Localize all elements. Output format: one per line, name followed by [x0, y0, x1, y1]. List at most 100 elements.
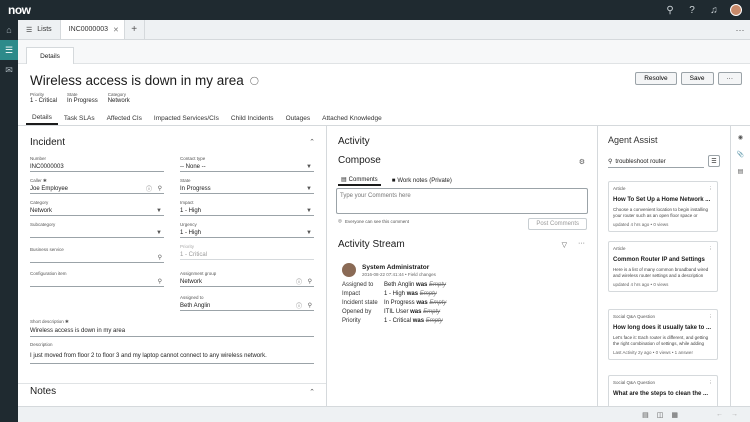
tab-attached-knowledge[interactable]: Attached Knowledge	[316, 112, 388, 125]
info-icon[interactable]: ⓘ	[296, 301, 302, 310]
help-icon[interactable]: ?	[686, 5, 698, 16]
knowledge-card[interactable]: Article ⋮ How To Set Up a Home Network ..…	[608, 181, 718, 232]
post-comments-button[interactable]: Post Comments	[528, 218, 587, 230]
configuration-item-input[interactable]: ⚲	[30, 277, 164, 287]
list-icon[interactable]: ☰	[0, 40, 18, 60]
info-icon[interactable]: ⓘ	[296, 277, 302, 286]
contact-type-field: Contact type -- None -- ▼	[180, 156, 314, 172]
layout-triple-icon[interactable]: ▦	[671, 411, 678, 419]
question-card[interactable]: Social Q&A Question ⋮ How long does it us…	[608, 309, 718, 360]
number-input[interactable]: INC0000003	[30, 162, 164, 172]
assigned-to-input[interactable]: Beth Anglin ⓘ ⚲	[180, 301, 314, 311]
more-icon[interactable]: ⋮	[709, 246, 714, 252]
search-icon[interactable]: ⚲	[664, 5, 676, 16]
more-icon[interactable]: ···	[578, 240, 585, 247]
search-icon[interactable]: ⚲	[308, 302, 312, 309]
more-actions-button[interactable]: ···	[717, 72, 742, 85]
card-title[interactable]: How To Set Up a Home Network ...	[613, 197, 713, 203]
search-icon[interactable]: ⚲	[158, 278, 162, 285]
card-title[interactable]: How long does it usually take to ...	[613, 325, 713, 331]
chevron-up-icon[interactable]: ⌃	[309, 138, 315, 146]
search-icon[interactable]: ⚲	[308, 278, 312, 285]
entry-row: Priority 1 - Critical was Empty	[342, 318, 443, 324]
tab-comments[interactable]: ▤ Comments	[338, 175, 381, 186]
search-icon: ⚲	[608, 159, 613, 165]
category-select[interactable]: Network ▼	[30, 206, 164, 216]
document-icon[interactable]: ▤	[738, 168, 744, 175]
comment-input[interactable]: Type your Comments here	[336, 188, 588, 214]
tabs-more-button[interactable]: ···	[730, 20, 750, 39]
avatar	[342, 263, 356, 277]
close-icon[interactable]: ✕	[113, 26, 119, 34]
card-title[interactable]: Common Router IP and Settings	[613, 257, 713, 263]
description-input[interactable]: I just moved from floor 2 to floor 3 and…	[30, 348, 314, 364]
comment-icon: ▤	[341, 177, 347, 183]
activity-panel: Activity Compose ⚙ ▤ Comments ■ Work notes…	[328, 126, 598, 406]
field-value: INC0000003	[30, 163, 64, 170]
save-button[interactable]: Save	[680, 72, 714, 85]
home-icon[interactable]: ⌂	[0, 20, 18, 40]
tab-impacted-services[interactable]: Impacted Services/CIs	[148, 112, 225, 125]
filter-icon[interactable]: ▽	[562, 241, 567, 249]
chevron-up-icon[interactable]: ⌃	[309, 388, 315, 396]
tab-affected-cis[interactable]: Affected CIs	[101, 112, 148, 125]
more-icon[interactable]: ⋮	[709, 314, 714, 320]
old-value: Empty	[429, 282, 447, 288]
tab-incident[interactable]: INC0000003 ✕	[60, 20, 125, 39]
tab-outages[interactable]: Outages	[280, 112, 317, 125]
resolve-button[interactable]: Resolve	[635, 72, 677, 85]
card-description: Here is a list of many common broadband …	[613, 267, 709, 278]
field-value: 1 - High	[180, 207, 202, 214]
short-description-input[interactable]: Wireless access is down in my area	[30, 325, 314, 337]
field-value: 1 - High	[180, 229, 202, 236]
was-label: was	[412, 318, 425, 324]
chevron-down-icon: ▼	[156, 229, 162, 236]
layout-split-icon[interactable]: ◫	[657, 411, 664, 419]
settings-icon[interactable]: ⚙	[579, 158, 585, 166]
impact-select[interactable]: 1 - High ▼	[180, 206, 314, 216]
contact-type-select[interactable]: -- None -- ▼	[180, 162, 314, 172]
layout-single-icon[interactable]: ▤	[642, 411, 649, 419]
assignment-group-field: Assignment group Network ⓘ ⚲	[180, 271, 314, 287]
tab-child-incidents[interactable]: Child Incidents	[225, 112, 280, 125]
more-icon[interactable]: ⋮	[709, 380, 714, 386]
card-title[interactable]: What are the steps to clean the ...	[613, 391, 713, 397]
subtab-details[interactable]: Details	[26, 47, 74, 64]
tab-task-slas[interactable]: Task SLAs	[58, 112, 101, 125]
entry-row: Incident state In Progress was Empty	[342, 300, 446, 306]
bell-icon[interactable]: ♫	[708, 5, 720, 16]
business-service-input[interactable]: ⚲	[30, 253, 164, 263]
avatar[interactable]	[730, 4, 742, 16]
field-value: Network	[180, 278, 203, 285]
tab-lists[interactable]: ☰ Lists	[18, 20, 61, 39]
prev-arrow-icon[interactable]: ←	[716, 411, 723, 418]
question-card[interactable]: Social Q&A Question ⋮ What are the steps …	[608, 375, 718, 406]
info-icon[interactable]: ⓘ	[146, 184, 152, 193]
state-select[interactable]: In Progress ▼	[180, 184, 314, 194]
category-field: Category Network ▼	[30, 200, 164, 216]
search-icon[interactable]: ⚲	[158, 185, 162, 192]
attachment-icon[interactable]: 📎	[737, 151, 744, 158]
description-field: Description I just moved from floor 2 to…	[30, 342, 314, 364]
assist-icon[interactable]: ◉	[738, 134, 743, 141]
agent-assist-search[interactable]: ⚲ troubleshoot router	[608, 156, 704, 168]
urgency-select[interactable]: 1 - High ▼	[180, 228, 314, 238]
notes-section-header[interactable]: Notes ⌃	[18, 383, 326, 399]
chevron-down-icon: ▼	[156, 207, 162, 214]
tab-work-notes[interactable]: ■ Work notes (Private)	[389, 175, 455, 186]
new-tab-button[interactable]: +	[125, 20, 145, 39]
search-icon[interactable]: ⚲	[158, 254, 162, 261]
inbox-icon[interactable]: ✉	[0, 60, 18, 80]
incident-section-header[interactable]: Incident ⌃	[18, 134, 326, 150]
more-icon[interactable]: ⋮	[709, 186, 714, 192]
tab-details[interactable]: Details	[26, 112, 58, 125]
knowledge-card[interactable]: Article ⋮ Common Router IP and Settings H…	[608, 241, 718, 292]
filter-button[interactable]: ☰	[708, 155, 720, 167]
caller-input[interactable]: Joe Employee ⓘ ⚲	[30, 184, 164, 194]
next-arrow-icon[interactable]: →	[731, 411, 738, 418]
tag-icon[interactable]: ◯	[250, 76, 259, 85]
old-value: Empty	[425, 318, 443, 324]
subcategory-select[interactable]: ▼	[30, 228, 164, 238]
card-type-label: Social Q&A Question	[613, 314, 656, 319]
assignment-group-input[interactable]: Network ⓘ ⚲	[180, 277, 314, 287]
